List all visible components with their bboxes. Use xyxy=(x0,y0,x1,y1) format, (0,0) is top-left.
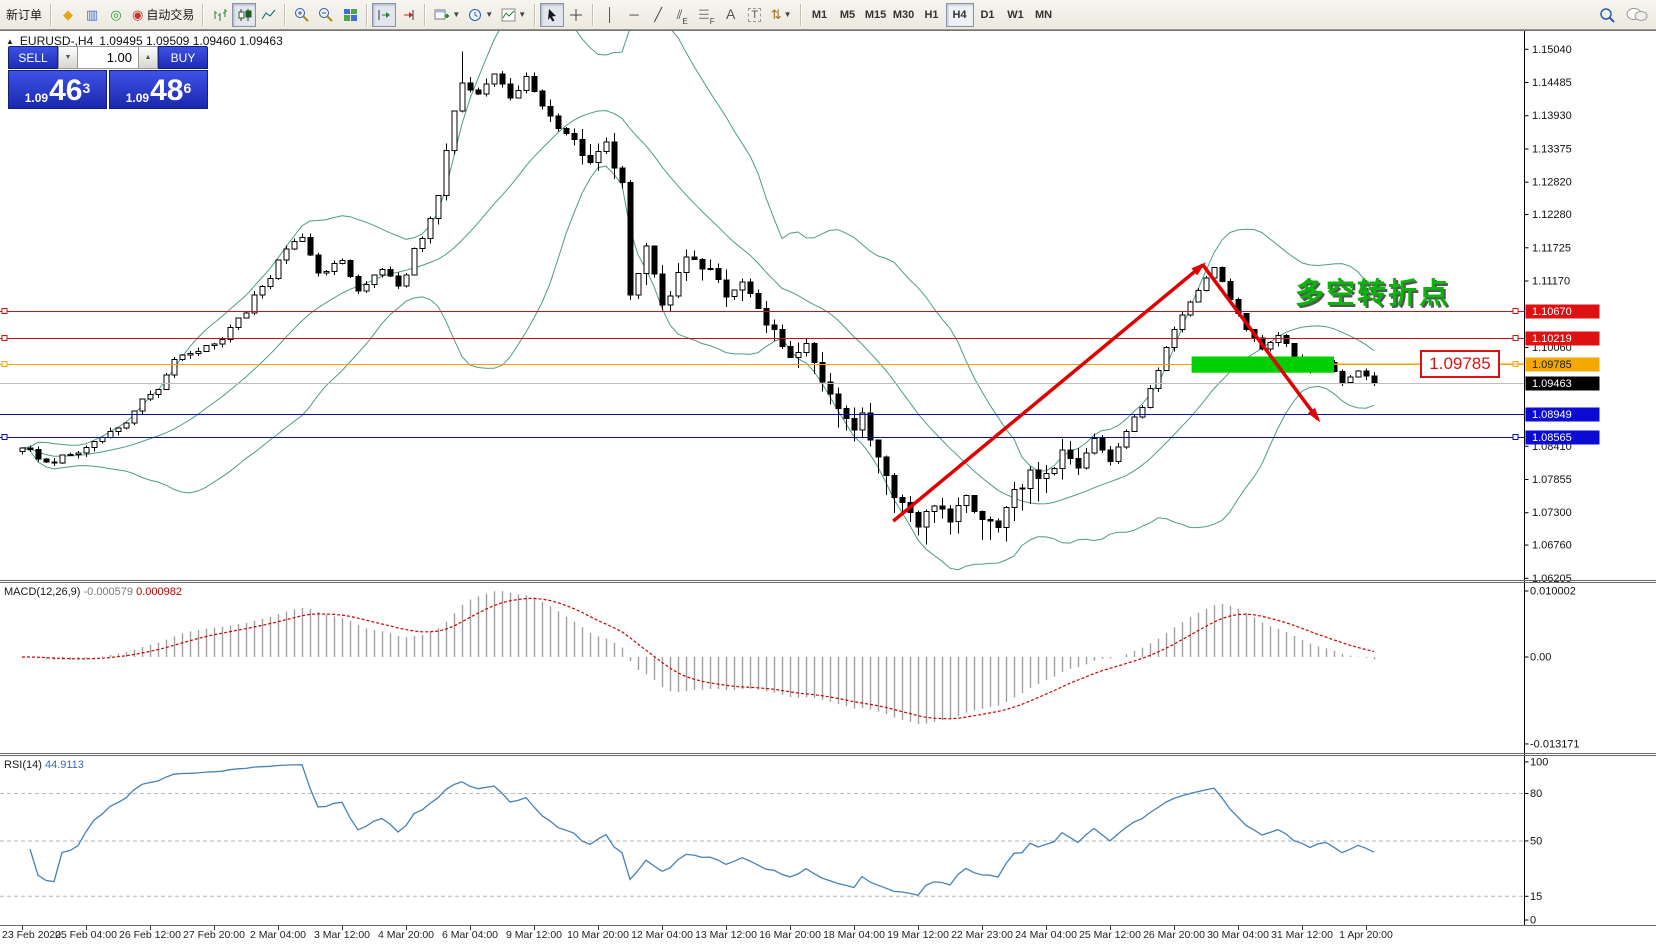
time-axis-label: 25 Feb 04:00 xyxy=(55,929,117,941)
price-axis-label: 1.14485 xyxy=(1532,77,1572,89)
sell-button[interactable]: SELL xyxy=(8,46,58,69)
time-axis-label: 13 Mar 12:00 xyxy=(695,929,757,941)
time-axis-label: 3 Mar 12:00 xyxy=(314,929,370,941)
macd-indicator xyxy=(22,591,1375,724)
price-axis-label: 1.07300 xyxy=(1532,507,1572,519)
highlight-rectangle[interactable] xyxy=(1192,357,1334,373)
price-level-label: 1.09463 xyxy=(1532,378,1572,390)
rsi-label: RSI(14) 44.9113 xyxy=(4,759,84,771)
time-axis-label: 6 Mar 04:00 xyxy=(442,929,498,941)
time-axis-label: 18 Mar 04:00 xyxy=(823,929,885,941)
time-axis-label: 30 Mar 04:00 xyxy=(1207,929,1269,941)
time-axis-label: 26 Feb 12:00 xyxy=(119,929,181,941)
time-axis-label: 10 Mar 20:00 xyxy=(567,929,629,941)
time-axis-label: 23 Feb 2020 xyxy=(2,929,61,941)
price-axis-label: 1.11725 xyxy=(1532,242,1571,254)
time-axis-label: 16 Mar 20:00 xyxy=(759,929,821,941)
price-axis-label: 1.11170 xyxy=(1532,276,1570,288)
time-axis-label: 31 Mar 12:00 xyxy=(1271,929,1333,941)
time-axis-label: 2 Mar 04:00 xyxy=(250,929,306,941)
time-axis-label: 1 Apr 20:00 xyxy=(1339,929,1393,941)
price-level-label: 1.09785 xyxy=(1532,359,1572,371)
price-axis-label: 1.12820 xyxy=(1532,177,1572,189)
collapse-icon[interactable]: ▲ xyxy=(6,37,14,46)
svg-text:0.00: 0.00 xyxy=(1530,652,1551,664)
turning-point-annotation: 多空转折点 xyxy=(1295,270,1450,312)
time-axis-label: 4 Mar 20:00 xyxy=(378,929,434,941)
candles xyxy=(20,52,1377,545)
volume-input[interactable]: 1.00 xyxy=(78,46,138,69)
chart-canvas[interactable]: 1.15040 1.14485 1.13930 1.13375 1.12820 1.122… xyxy=(0,0,1656,944)
price-tag-annotation: 1.09785 xyxy=(1420,350,1500,378)
price-level-label: 1.08565 xyxy=(1532,432,1572,444)
time-axis-label: 26 Mar 20:00 xyxy=(1143,929,1205,941)
svg-text:100: 100 xyxy=(1530,756,1548,768)
bollinger-bands xyxy=(22,0,1374,570)
price-axis-label: 1.12280 xyxy=(1532,209,1572,221)
svg-text:50: 50 xyxy=(1530,835,1542,847)
price-axis-label: 1.13930 xyxy=(1532,110,1572,122)
svg-text:-0.013171: -0.013171 xyxy=(1530,738,1580,750)
price-axis-label: 1.15040 xyxy=(1532,44,1572,56)
time-axis-label: 12 Mar 04:00 xyxy=(631,929,693,941)
macd-label: MACD(12,26,9) -0.000579 0.000982 xyxy=(4,586,182,598)
price-level-label: 1.10219 xyxy=(1532,333,1572,345)
rsi-axis: 100 80 50 15 0 xyxy=(1525,756,1549,926)
time-axis-label: 22 Mar 23:00 xyxy=(951,929,1013,941)
spinner-down-icon: ▼ xyxy=(65,54,72,61)
svg-text:0.010002: 0.010002 xyxy=(1530,585,1576,597)
pane-separators[interactable] xyxy=(0,31,1656,926)
price-level-label: 1.10670 xyxy=(1532,306,1572,318)
price-axis-label: 1.07855 xyxy=(1532,474,1572,486)
time-axis-label: 9 Mar 12:00 xyxy=(506,929,562,941)
rsi-indicator xyxy=(0,765,1524,896)
svg-text:80: 80 xyxy=(1530,788,1542,800)
time-axis-label: 27 Feb 20:00 xyxy=(183,929,245,941)
buy-price-button[interactable]: 1.09486 xyxy=(109,70,208,109)
one-click-trading-panel: SELL ▼ 1.00 ▲ BUY 1.09463 1.09486 xyxy=(8,46,208,109)
time-axis: 23 Feb 202025 Feb 04:0026 Feb 12:0027 Fe… xyxy=(2,926,1393,941)
time-axis-label: 19 Mar 12:00 xyxy=(887,929,949,941)
price-axis-label: 1.13375 xyxy=(1532,143,1572,155)
volume-up-button[interactable]: ▲ xyxy=(138,46,158,69)
svg-text:15: 15 xyxy=(1530,891,1542,903)
svg-text:0: 0 xyxy=(1530,915,1536,927)
chart-window[interactable]: 1.15040 1.14485 1.13930 1.13375 1.12820 1.122… xyxy=(0,30,1656,944)
sell-price-button[interactable]: 1.09463 xyxy=(8,70,107,109)
macd-axis: 0.010002 0.00 -0.013171 xyxy=(1525,585,1580,750)
buy-button[interactable]: BUY xyxy=(158,46,208,69)
price-level-label: 1.08949 xyxy=(1532,409,1572,421)
price-axis-label: 1.06205 xyxy=(1532,573,1572,585)
time-axis-label: 25 Mar 12:00 xyxy=(1079,929,1141,941)
spinner-up-icon: ▲ xyxy=(145,54,152,61)
volume-down-button[interactable]: ▼ xyxy=(58,46,78,69)
price-axis-label: 1.06760 xyxy=(1532,540,1572,552)
time-axis-label: 24 Mar 04:00 xyxy=(1015,929,1077,941)
